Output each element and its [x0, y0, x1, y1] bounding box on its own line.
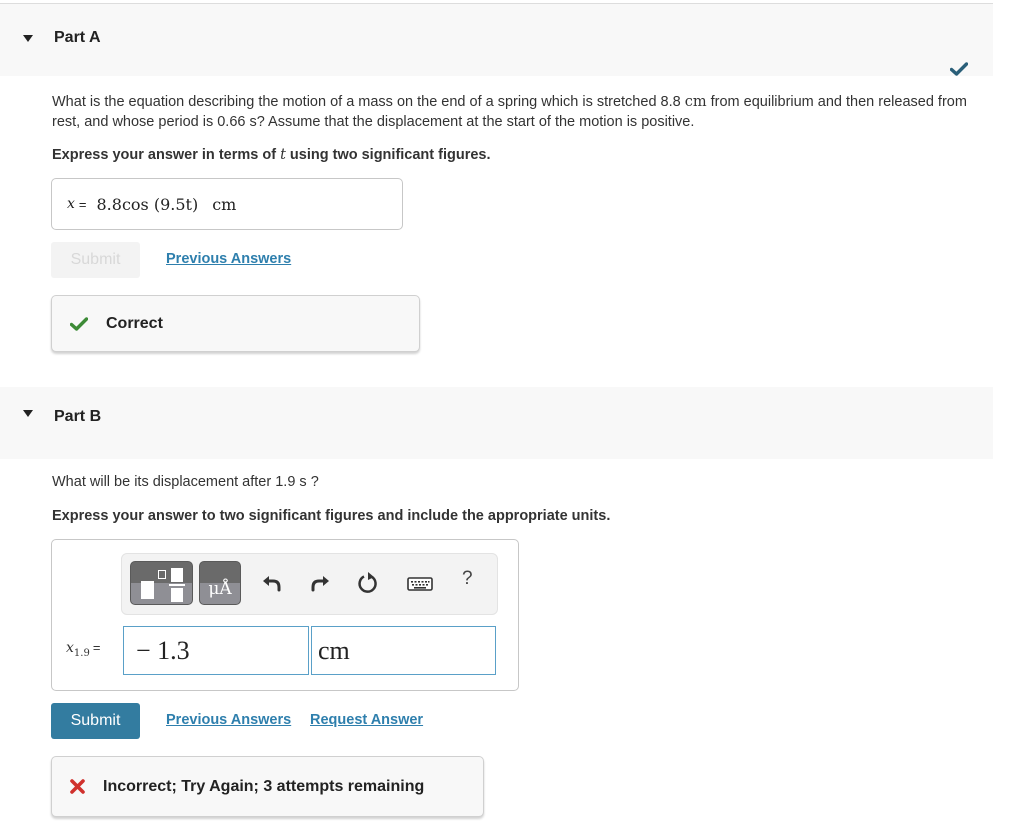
equals-sign: =	[78, 196, 87, 212]
part-a-previous-answers-link[interactable]: Previous Answers	[166, 251, 291, 267]
variable-subscript: 1.9	[73, 647, 90, 659]
templates-button[interactable]	[130, 561, 193, 605]
answer-variable-label: x1.9 =	[66, 640, 100, 659]
question-text: What will be its displacement after 1.9	[52, 474, 300, 490]
part-a-title: Part A	[54, 29, 101, 46]
request-answer-link[interactable]: Request Answer	[310, 712, 423, 728]
unit-cm: cm	[684, 94, 707, 110]
value-input[interactable]: − 1.3	[123, 626, 309, 675]
template-box-icon	[158, 570, 166, 579]
part-a-question: What is the equation describing the moti…	[52, 92, 982, 132]
math-toolbar: μÅ ?	[121, 553, 498, 615]
part-b-submit-button[interactable]: Submit	[51, 703, 140, 739]
question-text: ? Assume that the displacement at the st…	[256, 114, 695, 130]
part-a-header[interactable]: Part A	[0, 4, 993, 76]
part-a-feedback: Correct	[51, 295, 420, 352]
undo-icon[interactable]	[260, 571, 284, 595]
units-button[interactable]: μÅ	[199, 561, 241, 605]
part-a-instruction: Express your answer in terms of t using …	[52, 147, 491, 163]
part-b-question: What will be its displacement after 1.9 …	[52, 472, 982, 492]
completed-check-icon	[950, 62, 968, 76]
part-a-answer-display: x = 8.8cos (9.5t) cm	[51, 178, 403, 230]
redo-icon[interactable]	[308, 571, 332, 595]
answer-expression: 8.8cos (9.5t)	[96, 194, 199, 214]
feedback-message: Correct	[106, 314, 163, 332]
unit-input[interactable]: cm	[311, 626, 496, 675]
part-b-feedback: Incorrect; Try Again; 3 attempts remaini…	[51, 756, 484, 817]
instruction-text: using two significant figures.	[285, 147, 491, 163]
answer-variable: x	[67, 196, 75, 212]
collapse-caret-icon[interactable]	[23, 410, 33, 417]
help-button[interactable]: ?	[462, 568, 473, 590]
part-b-title: Part B	[54, 408, 102, 425]
equals-sign: =	[92, 640, 101, 655]
part-b-previous-answers-link[interactable]: Previous Answers	[166, 712, 291, 728]
collapse-caret-icon[interactable]	[23, 35, 33, 42]
unit-s: s	[299, 474, 307, 490]
part-b-header[interactable]: Part B	[0, 387, 993, 459]
template-numerator-icon	[171, 568, 183, 582]
feedback-message: Incorrect; Try Again; 3 attempts remaini…	[103, 777, 425, 795]
incorrect-x-icon	[70, 779, 85, 794]
keyboard-icon[interactable]	[406, 571, 434, 595]
template-fraction-bar-icon	[169, 584, 185, 586]
templates-icon	[141, 581, 154, 599]
variable-name: x	[66, 640, 74, 656]
answer-unit: cm	[212, 194, 237, 214]
part-a-submit-button: Submit	[51, 242, 140, 278]
unit-s: s	[249, 114, 257, 130]
part-b-instruction: Express your answer to two significant f…	[52, 508, 611, 524]
instruction-text: Express your answer in terms of	[52, 147, 281, 163]
question-text: ?	[306, 474, 319, 490]
template-denominator-icon	[171, 588, 183, 602]
reset-icon[interactable]	[356, 571, 380, 595]
question-text: What is the equation describing the moti…	[52, 94, 685, 110]
part-b-answer-box: μÅ ? x1.9 = − 1.3 cm	[51, 539, 519, 691]
correct-check-icon	[70, 316, 88, 331]
